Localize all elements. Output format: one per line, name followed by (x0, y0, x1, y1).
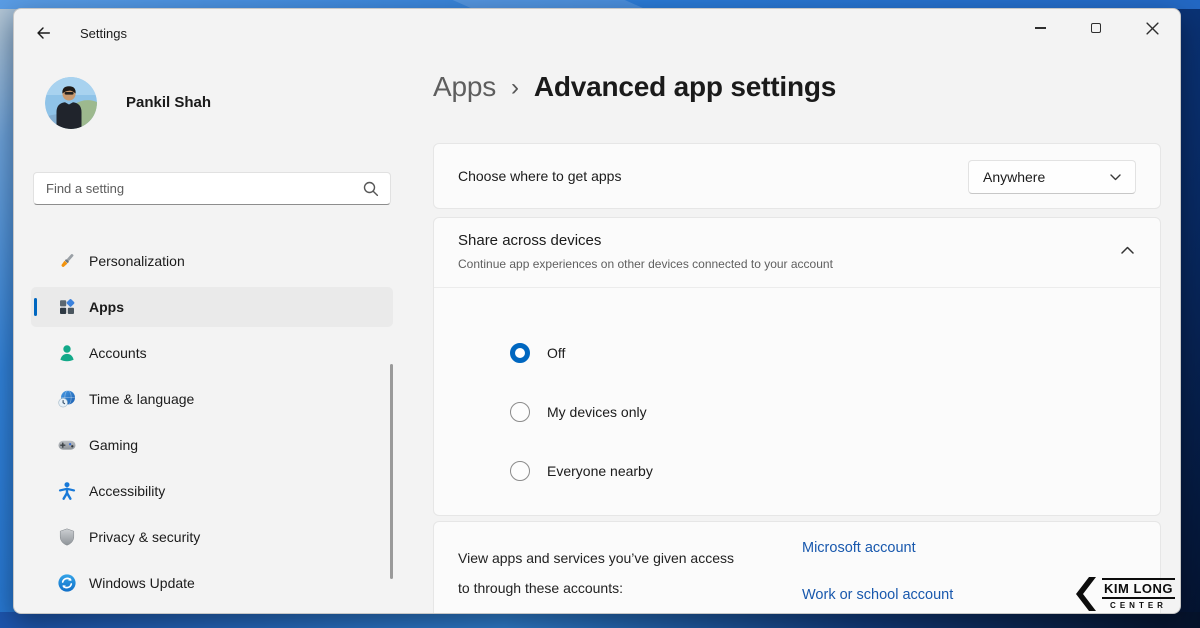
accounts-access-label: View apps and services you’ve given acce… (458, 543, 734, 603)
sidebar-item-label: Gaming (89, 437, 138, 453)
minimize-button[interactable] (1012, 9, 1068, 47)
search-icon (362, 180, 380, 198)
window-title: Settings (80, 26, 127, 41)
search-box (33, 172, 391, 205)
sidebar-item-personalization[interactable]: Personalization (31, 241, 393, 281)
maximize-button[interactable] (1068, 9, 1124, 47)
breadcrumb: Apps › Advanced app settings (433, 71, 836, 103)
sidebar-item-label: Apps (89, 299, 124, 315)
radio-label: My devices only (547, 404, 647, 420)
sidebar-item-accessibility[interactable]: Accessibility (31, 471, 393, 511)
search-input[interactable] (34, 173, 390, 204)
watermark-text: KIM LONG CENTER (1102, 578, 1175, 610)
app-source-dropdown[interactable]: Anywhere (968, 160, 1136, 194)
avatar-photo (45, 77, 97, 129)
sidebar-item-privacy-security[interactable]: Privacy & security (31, 517, 393, 557)
watermark: KIM LONG CENTER (1074, 576, 1175, 612)
sidebar-item-label: Windows Update (89, 575, 195, 591)
personalization-brush-icon (57, 251, 77, 271)
sidebar-item-label: Accounts (89, 345, 147, 361)
sidebar-item-apps[interactable]: Apps (31, 287, 393, 327)
sidebar-item-time-language[interactable]: Time & language (31, 379, 393, 419)
radio-option-my-devices-only[interactable]: My devices only (510, 402, 647, 422)
chevron-up-icon[interactable] (1121, 246, 1134, 254)
minimize-icon (1035, 27, 1046, 28)
sidebar-item-accounts[interactable]: Accounts (31, 333, 393, 373)
radio-option-off[interactable]: Off (510, 343, 565, 363)
radio-icon (510, 461, 530, 481)
microsoft-account-link[interactable]: Microsoft account (802, 540, 916, 556)
work-school-account-link[interactable]: Work or school account (802, 587, 953, 603)
sidebar-item-windows-update[interactable]: Windows Update (31, 563, 393, 603)
back-button[interactable] (31, 21, 55, 45)
close-icon (1146, 22, 1159, 35)
sidebar-item-label: Privacy & security (89, 529, 200, 545)
back-arrow-icon (34, 24, 52, 42)
share-title: Share across devices (458, 232, 601, 249)
accessibility-person-icon (57, 481, 77, 501)
close-button[interactable] (1124, 9, 1180, 47)
gaming-controller-icon (57, 435, 77, 455)
watermark-line1: KIM LONG (1102, 578, 1175, 599)
privacy-shield-icon (57, 527, 77, 547)
accounts-access-label-line1: View apps and services you’ve given acce… (458, 543, 734, 573)
share-across-devices-card: Share across devices Continue app experi… (433, 217, 1161, 516)
caption-controls (1012, 9, 1180, 47)
breadcrumb-parent[interactable]: Apps (433, 71, 496, 103)
sidebar-item-label: Time & language (89, 391, 194, 407)
chevron-down-icon (1110, 174, 1121, 181)
radio-label: Off (547, 345, 565, 361)
desktop-wallpaper: Settings (0, 0, 1200, 628)
dropdown-value: Anywhere (983, 169, 1045, 185)
watermark-line2: CENTER (1102, 601, 1175, 610)
accounts-access-card: View apps and services you’ve given acce… (433, 521, 1161, 614)
choose-where-label: Choose where to get apps (458, 168, 621, 184)
accounts-person-icon (57, 343, 77, 363)
radio-label: Everyone nearby (547, 463, 653, 479)
avatar[interactable] (45, 77, 97, 129)
sidebar-item-gaming[interactable]: Gaming (31, 425, 393, 465)
apps-grid-icon (57, 297, 77, 317)
accounts-access-label-line2: to through these accounts: (458, 573, 734, 603)
radio-option-everyone-nearby[interactable]: Everyone nearby (510, 461, 653, 481)
windows-update-sync-icon (57, 573, 77, 593)
sidebar-item-label: Accessibility (89, 483, 165, 499)
share-subtitle: Continue app experiences on other device… (458, 257, 833, 271)
choose-where-card: Choose where to get apps Anywhere (433, 143, 1161, 209)
kimlong-logo-icon (1074, 576, 1098, 612)
page-title: Advanced app settings (534, 71, 836, 103)
radio-icon (510, 343, 530, 363)
breadcrumb-separator-icon: › (511, 74, 519, 102)
user-name: Pankil Shah (126, 94, 211, 111)
share-across-devices-header[interactable]: Share across devices Continue app experi… (434, 218, 1160, 288)
maximize-icon (1091, 23, 1101, 33)
radio-icon (510, 402, 530, 422)
time-language-globe-icon (57, 389, 77, 409)
sidebar-scrollbar[interactable] (390, 364, 393, 579)
settings-window: Settings (13, 8, 1181, 614)
sidebar-item-label: Personalization (89, 253, 185, 269)
sidebar-nav: Personalization Apps Accounts (31, 241, 393, 609)
